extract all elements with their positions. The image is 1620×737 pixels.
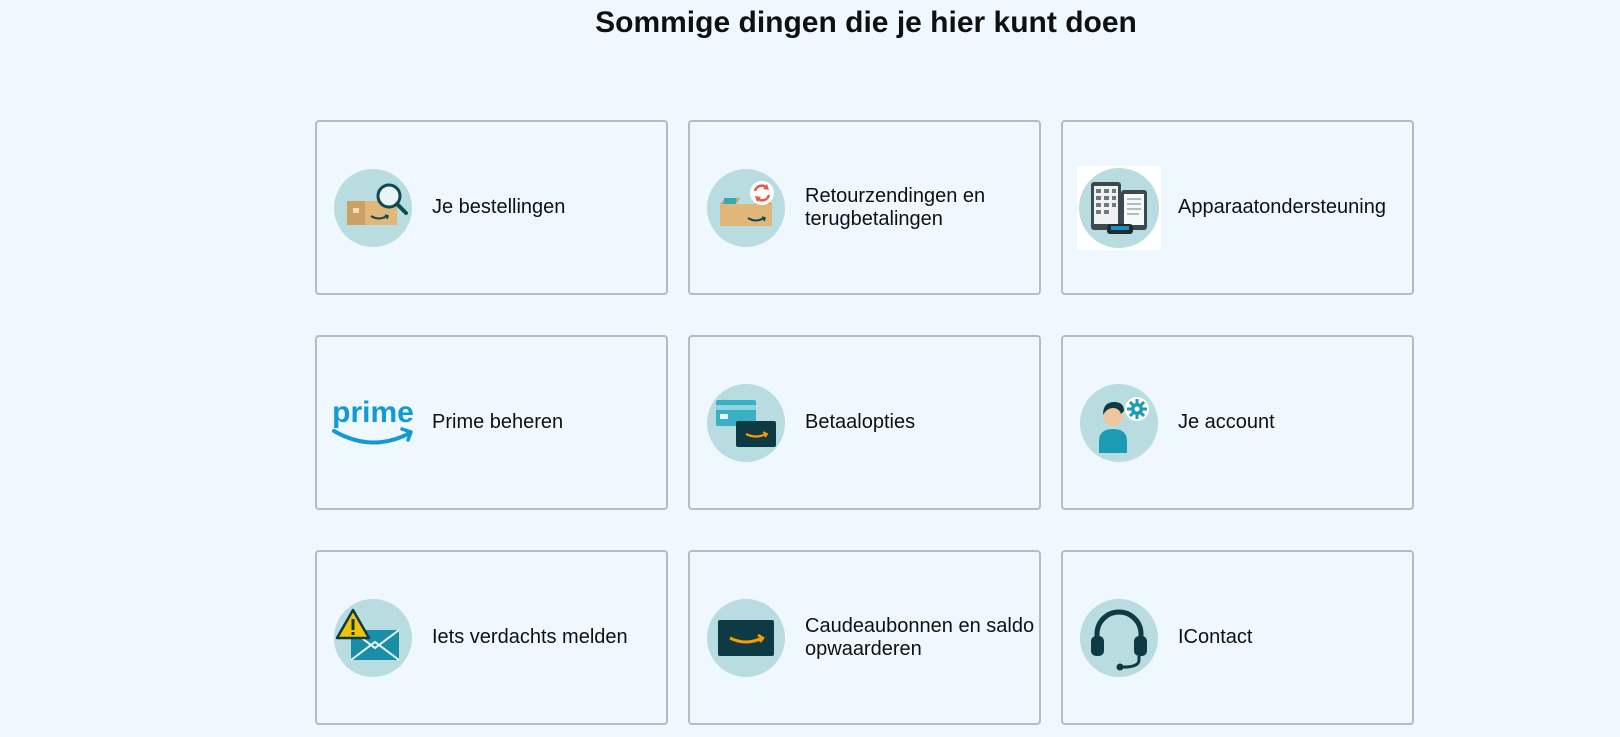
card-your-account[interactable]: Je account xyxy=(1061,335,1414,510)
page-title: Sommige dingen die je hier kunt doen xyxy=(595,6,1137,39)
card-device-support[interactable]: Apparaatondersteuning xyxy=(1061,120,1414,295)
prime-logo-text: prime xyxy=(332,396,414,429)
gift-card-icon xyxy=(703,595,789,681)
card-label: Caudeaubonnen en saldo opwaarderen xyxy=(805,614,1035,660)
card-label: Je account xyxy=(1178,411,1275,433)
returns-box-arrows-icon xyxy=(703,165,789,251)
card-label: Je bestellingen xyxy=(432,196,566,218)
help-topics-grid: Je bestellingen Retourzendingen en terug… xyxy=(315,120,1414,725)
card-label: Betaalopties xyxy=(805,411,916,433)
card-manage-prime[interactable]: prime Prime beheren xyxy=(315,335,668,510)
payment-cards-icon xyxy=(703,380,789,466)
card-label: Iets verdachts melden xyxy=(432,626,628,648)
card-returns-refunds[interactable]: Retourzendingen en terugbetalingen xyxy=(688,120,1041,295)
devices-icon xyxy=(1076,165,1162,251)
card-your-orders[interactable]: Je bestellingen xyxy=(315,120,668,295)
card-report-suspicious[interactable]: Iets verdachts melden xyxy=(315,550,668,725)
card-payment-options[interactable]: Betaalopties xyxy=(688,335,1041,510)
account-person-gear-icon xyxy=(1076,380,1162,466)
card-label: Apparaatondersteuning xyxy=(1178,196,1386,218)
card-label: Prime beheren xyxy=(432,411,564,433)
orders-box-search-icon xyxy=(330,165,416,251)
card-label: IContact xyxy=(1178,626,1253,648)
card-contact[interactable]: IContact xyxy=(1061,550,1414,725)
prime-logo-icon: prime xyxy=(330,380,416,466)
warning-envelope-icon xyxy=(330,595,416,681)
card-label: Retourzendingen en terugbetalingen xyxy=(805,184,986,230)
card-gift-cards[interactable]: Caudeaubonnen en saldo opwaarderen xyxy=(688,550,1041,725)
headset-icon xyxy=(1076,595,1162,681)
